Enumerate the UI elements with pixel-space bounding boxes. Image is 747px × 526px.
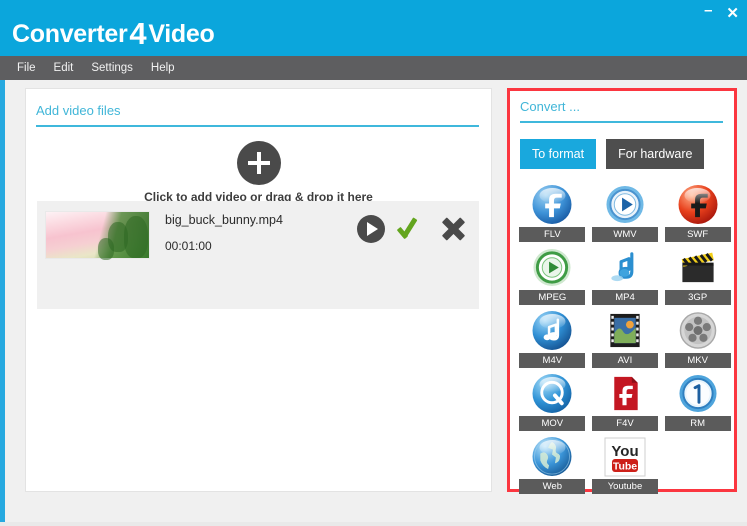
menu-item-settings[interactable]: Settings [82,62,142,74]
thumbnail-foliage [98,238,114,260]
format-option-youtube[interactable]: You Tube Youtube [591,437,660,494]
thumbnail-foliage [124,216,148,258]
format-label: SWF [664,227,731,242]
window-controls: – ✕ [704,3,739,21]
format-option-f4v[interactable]: F4V [591,374,660,431]
convert-tabs: To format For hardware [520,139,705,169]
format-option-mov[interactable]: MOV [518,374,587,431]
file-duration: 00:01:00 [165,239,212,253]
app-window: Converter4Video – ✕ File Edit Settings H… [0,0,747,526]
youtube-icon: You Tube [603,437,647,477]
format-option-3gp[interactable]: 3GP [663,248,732,305]
3gp-icon [678,248,717,287]
format-option-web[interactable]: Web [518,437,587,494]
mov-icon [532,374,572,413]
format-label: F4V [591,416,658,431]
mp4-icon [605,248,644,287]
app-title: Converter4Video [12,16,215,52]
add-video-title: Add video files [36,103,121,118]
play-icon[interactable] [357,215,385,243]
file-list: big_buck_bunny.mp4 00:01:00 [37,201,479,309]
format-label: FLV [519,227,586,242]
format-label: MKV [664,353,731,368]
menu-item-edit[interactable]: Edit [45,62,83,74]
format-label: MPEG [519,290,586,305]
flv-icon [532,185,572,224]
format-option-flv[interactable]: FLV [518,185,587,242]
m4v-icon [532,311,572,350]
format-label: AVI [591,353,658,368]
format-label: Web [519,479,586,494]
app-title-part1: Converter [12,20,128,48]
web-icon [532,437,572,476]
status-footer [5,492,747,522]
file-actions [357,215,467,243]
tab-to-format[interactable]: To format [520,139,597,169]
mkv-icon [678,311,717,350]
file-name: big_buck_bunny.mp4 [165,213,283,227]
title-bar: Converter4Video – ✕ [0,0,747,56]
avi-icon [605,311,644,350]
tab-for-hardware[interactable]: For hardware [606,139,705,169]
menu-item-file[interactable]: File [8,62,45,74]
svg-text:Tube: Tube [613,461,637,473]
format-option-mp4[interactable]: MP4 [591,248,660,305]
format-option-mkv[interactable]: MKV [663,311,732,368]
format-option-swf[interactable]: SWF [663,185,732,242]
format-grid: FLV WMV SWF MPEG MP4 3GP M4V AVI MKV MOV… [518,185,732,494]
format-option-avi[interactable]: AVI [591,311,660,368]
convert-title: Convert ... [520,99,580,114]
menu-item-help[interactable]: Help [142,62,184,74]
format-label: RM [664,416,731,431]
add-video-divider [36,125,479,127]
format-option-rm[interactable]: RM [663,374,732,431]
swf-icon [678,185,718,224]
close-icon[interactable] [439,215,467,243]
format-label: WMV [591,227,658,242]
rm-icon [678,374,717,413]
video-thumbnail [45,211,150,260]
file-list-item[interactable]: big_buck_bunny.mp4 00:01:00 [37,201,479,269]
close-button[interactable]: ✕ [726,6,739,21]
format-option-m4v[interactable]: M4V [518,311,587,368]
app-title-part2: Video [148,20,215,48]
plus-icon[interactable] [236,141,281,185]
check-icon[interactable] [398,215,426,243]
video-dropzone[interactable]: Click to add video or drag & drop it her… [26,133,491,204]
body-area: Add video files Click to add video or dr… [5,80,747,526]
format-label: Youtube [591,479,658,494]
convert-panel: Convert ... To format For hardware FLV W… [507,88,737,494]
format-label: M4V [519,353,586,368]
add-video-panel: Add video files Click to add video or dr… [25,88,492,492]
menu-bar: File Edit Settings Help [0,56,747,80]
convert-divider [520,121,723,123]
window-bottom-edge [0,522,747,526]
format-option-mpeg[interactable]: MPEG [518,248,587,305]
minimize-button[interactable]: – [704,3,712,18]
format-option-wmv[interactable]: WMV [591,185,660,242]
format-label: MP4 [591,290,658,305]
format-label: 3GP [664,290,731,305]
mpeg-icon [533,248,572,287]
app-title-number: 4 [129,16,147,51]
svg-text:You: You [611,443,638,460]
wmv-icon [605,185,644,224]
f4v-icon [605,374,644,413]
format-label: MOV [519,416,586,431]
